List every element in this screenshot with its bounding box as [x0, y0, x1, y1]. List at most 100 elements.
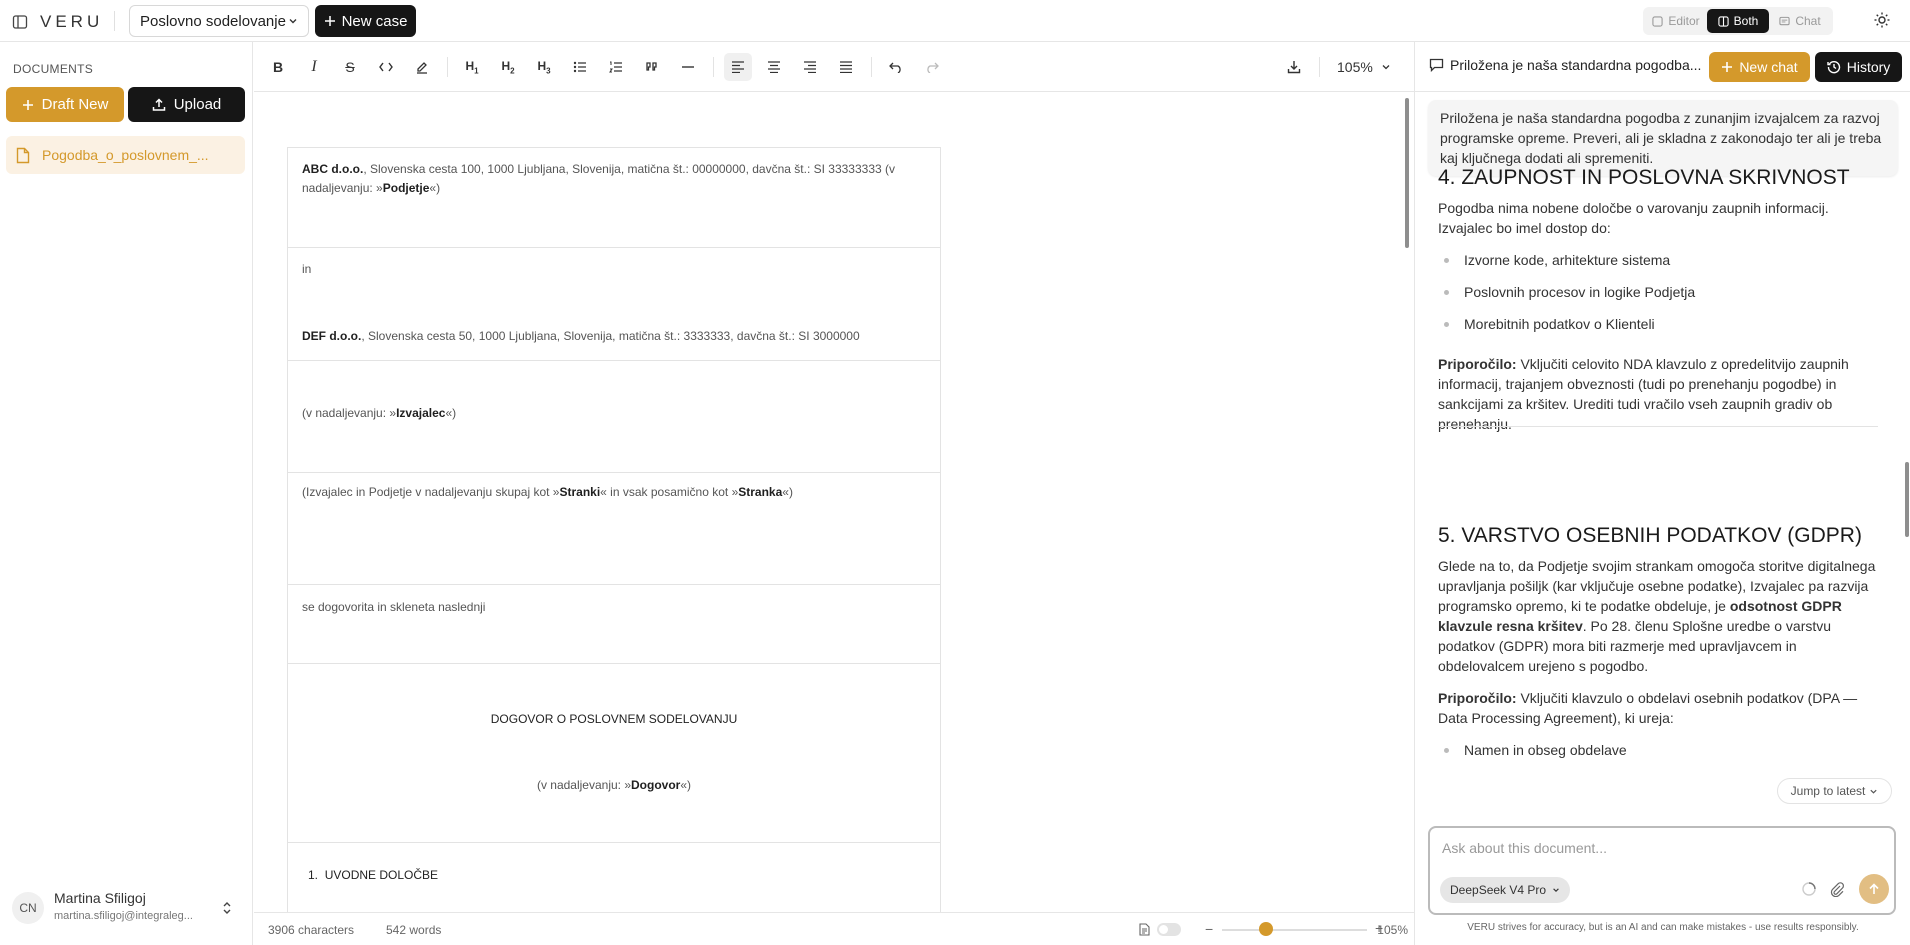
- app-logo: VERU: [12, 12, 103, 32]
- party-abc-cell: ABC d.o.o., Slovenska cesta 100, 1000 Lj…: [288, 148, 940, 248]
- history-icon: [1827, 60, 1841, 74]
- party-name: ABC d.o.o.: [302, 162, 364, 176]
- party-alias: Izvajalec: [396, 406, 446, 420]
- zoom-out-button[interactable]: −: [1205, 921, 1213, 937]
- plus-icon: [22, 99, 34, 111]
- assistant-section-5: 5. VARSTVO OSEBNIH PODATKOV (GDPR) Glede…: [1438, 522, 1878, 772]
- chat-input-box[interactable]: Ask about this document... DeepSeek V4 P…: [1428, 826, 1896, 915]
- ai-disclaimer: VERU strives for accuracy, but is an AI …: [1467, 922, 1859, 933]
- zoom-slider[interactable]: [1222, 929, 1367, 931]
- mode-editor-label: Editor: [1668, 14, 1700, 28]
- h2-icon: H2: [501, 58, 515, 76]
- chat-input[interactable]: Ask about this document...: [1442, 840, 1607, 856]
- chat-messages: Priložena je naša standardna pogodba z z…: [1415, 92, 1910, 822]
- align-justify-button[interactable]: [832, 53, 860, 81]
- blockquote-button[interactable]: [638, 53, 666, 81]
- list-item: Morebitnih podatkov o Klienteli: [1438, 314, 1878, 346]
- app-name: VERU: [40, 12, 104, 31]
- align-center-button[interactable]: [760, 53, 788, 81]
- case-select[interactable]: Poslovno sodelovanje: [129, 5, 309, 37]
- horizontal-rule-icon: [681, 66, 695, 68]
- mode-chat-button[interactable]: Chat: [1769, 9, 1831, 33]
- document-editor[interactable]: ABC d.o.o., Slovenska cesta 100, 1000 Lj…: [254, 92, 1414, 912]
- chat-icon: [1779, 16, 1790, 27]
- contractor-alias-cell: (v nadaljevanju: »Izvajalec«): [288, 361, 940, 473]
- bullet-list-button[interactable]: [566, 53, 594, 81]
- new-chat-button[interactable]: New chat: [1709, 52, 1810, 82]
- section-heading-cell: 1. UVODNE DOLOČBE: [288, 843, 940, 912]
- heading1-button[interactable]: H1: [458, 53, 486, 81]
- text-fragment: (v nadaljevanju: »: [536, 778, 632, 792]
- code-button[interactable]: [372, 53, 400, 81]
- bullet-list: Izvorne kode, arhitekture sistema Poslov…: [1438, 250, 1878, 346]
- jump-to-latest-button[interactable]: Jump to latest: [1777, 778, 1892, 804]
- highlight-button[interactable]: [408, 53, 436, 81]
- text-fragment: « in vsak posamično kot »: [600, 485, 739, 499]
- file-icon: [16, 147, 30, 164]
- h3-icon: H3: [537, 58, 551, 76]
- ordered-list-button[interactable]: [602, 53, 630, 81]
- sidebar-toggle-icon[interactable]: [12, 14, 28, 30]
- mode-both-button[interactable]: Both: [1707, 9, 1769, 33]
- draft-new-button[interactable]: Draft New: [6, 87, 124, 122]
- party-alias: Podjetje: [382, 181, 430, 195]
- agreement-intro-cell: se dogovorita in skleneta naslednji: [288, 585, 940, 664]
- recommendation-label: Priporočilo:: [1438, 356, 1517, 372]
- chevron-up-down-icon: [222, 901, 232, 915]
- word-count: 542 words: [386, 923, 442, 937]
- document-name: Pogodba_o_poslovnem_...: [42, 147, 209, 163]
- party-name: DEF d.o.o.: [302, 329, 362, 343]
- page-view-toggle[interactable]: [1157, 923, 1181, 936]
- new-case-label: New case: [341, 12, 408, 30]
- page-view-icon[interactable]: [1139, 923, 1150, 936]
- split-view-icon: [1718, 15, 1729, 27]
- section-title: UVODNE DOLOČBE: [324, 868, 439, 882]
- align-right-button[interactable]: [796, 53, 824, 81]
- zoom-select[interactable]: 105%: [1337, 53, 1391, 81]
- editor-icon: [1652, 15, 1663, 27]
- defined-term: Dogovor: [631, 778, 681, 792]
- text-fragment: «): [680, 778, 692, 792]
- align-left-button[interactable]: [724, 53, 752, 81]
- code-icon: [379, 62, 393, 72]
- send-button[interactable]: [1859, 874, 1889, 904]
- document-list-item[interactable]: Pogodba_o_poslovnem_...: [6, 136, 245, 174]
- editor-scrollbar[interactable]: [1405, 98, 1409, 248]
- horizontal-rule-button[interactable]: [674, 53, 702, 81]
- upload-button[interactable]: Upload: [128, 87, 245, 122]
- strikethrough-button[interactable]: S: [336, 53, 364, 81]
- new-case-button[interactable]: New case: [315, 5, 416, 37]
- chevron-down-icon: [288, 16, 298, 26]
- user-profile[interactable]: CN Martina Sfiligoj martina.sfiligoj@int…: [0, 882, 253, 945]
- redo-button[interactable]: [918, 53, 946, 81]
- draft-new-label: Draft New: [41, 96, 109, 113]
- mode-editor-button[interactable]: Editor: [1645, 9, 1707, 33]
- bullet-list: Namen in obseg obdelave: [1438, 740, 1878, 772]
- heading3-button[interactable]: H3: [530, 53, 558, 81]
- section-paragraph: Pogodba nima nobene določbe o varovanju …: [1438, 200, 1829, 236]
- toggle-knob: [1159, 925, 1168, 934]
- chat-scrollbar[interactable]: [1905, 462, 1909, 537]
- arrow-up-icon: [1868, 883, 1880, 895]
- jump-label: Jump to latest: [1790, 784, 1866, 798]
- bold-button[interactable]: B: [264, 53, 292, 81]
- attach-icon[interactable]: [1829, 881, 1845, 897]
- undo-button[interactable]: [882, 53, 910, 81]
- italic-button[interactable]: I: [300, 53, 328, 81]
- chat-header: Priložena je naša standardna pogodba... …: [1415, 42, 1910, 92]
- history-button[interactable]: History: [1815, 52, 1902, 82]
- heading2-button[interactable]: H2: [494, 53, 522, 81]
- section-number: 1.: [308, 868, 319, 882]
- intro-text: se dogovorita in skleneta naslednji: [302, 600, 486, 614]
- model-select[interactable]: DeepSeek V4 Pro: [1440, 877, 1571, 903]
- defined-term: Stranki: [559, 485, 601, 499]
- avatar: CN: [12, 892, 44, 924]
- undo-icon: [889, 61, 903, 73]
- list-item: Izvorne kode, arhitekture sistema: [1438, 250, 1878, 282]
- party-details: , Slovenska cesta 50, 1000 Ljubljana, Sl…: [361, 329, 860, 343]
- text-fragment: (Izvajalec in Podjetje v nadaljevanju sk…: [302, 485, 560, 499]
- download-button[interactable]: [1280, 53, 1308, 81]
- zoom-slider-handle[interactable]: [1259, 922, 1273, 936]
- history-label: History: [1846, 59, 1891, 75]
- theme-toggle-button[interactable]: [1874, 12, 1890, 28]
